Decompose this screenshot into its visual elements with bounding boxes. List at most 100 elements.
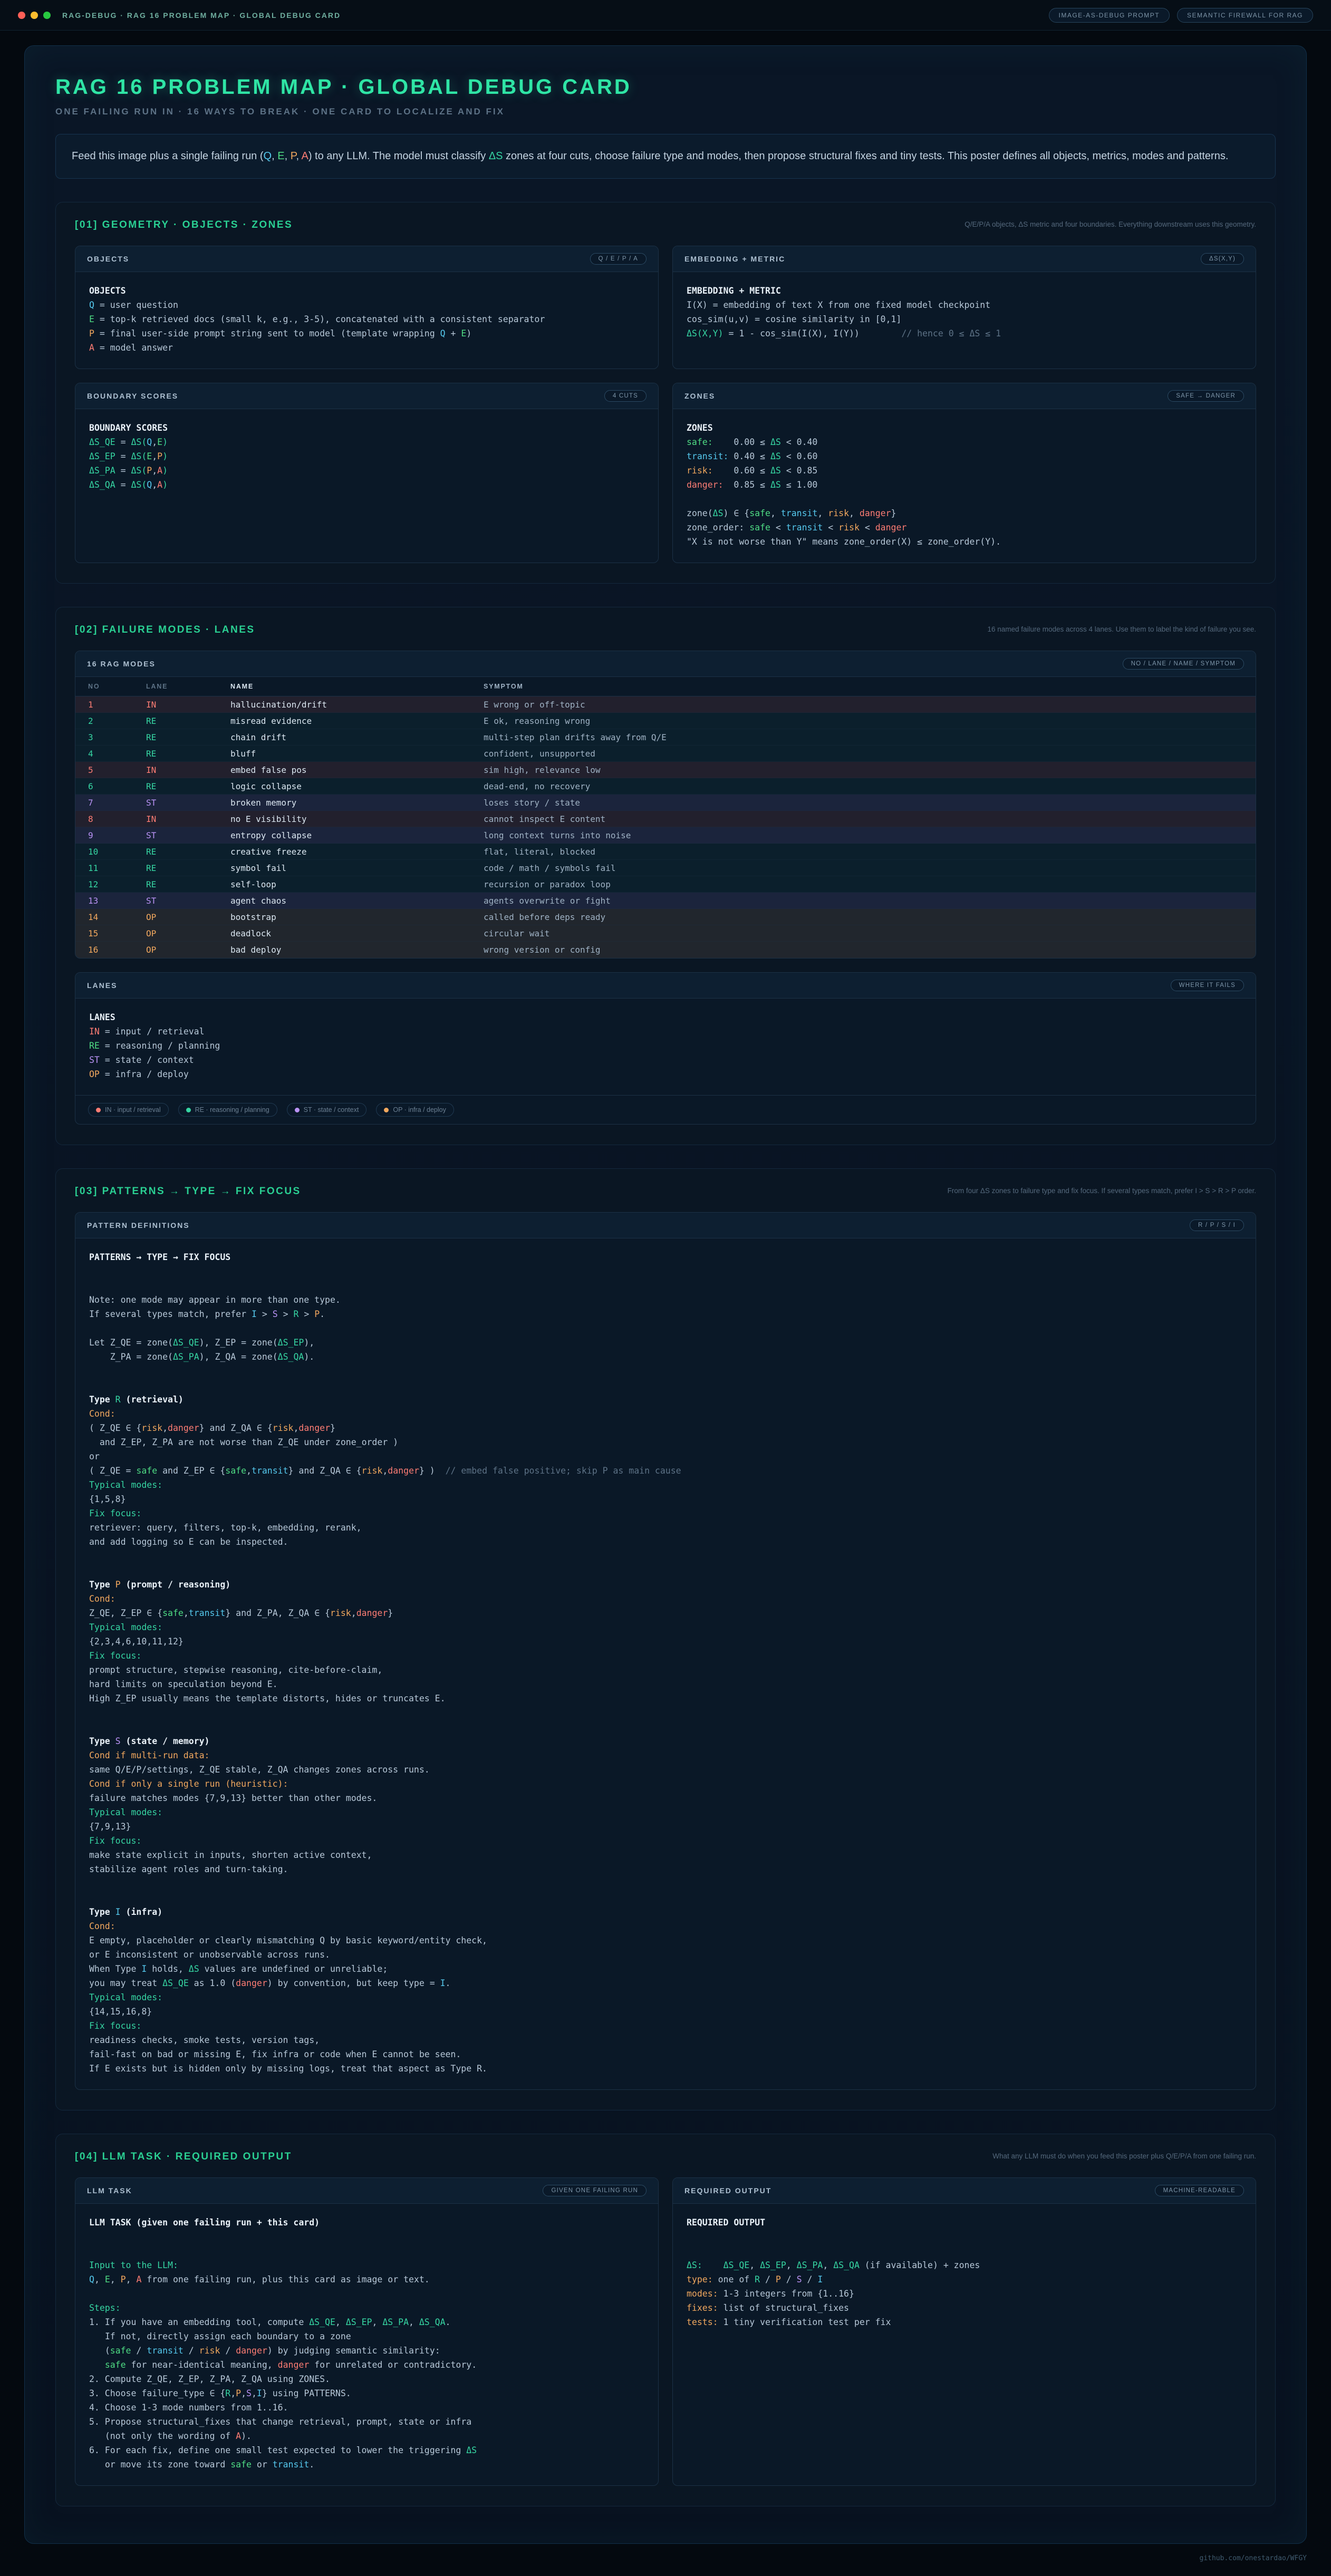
code-line — [89, 2287, 644, 2301]
panel-boundary-scores: BOUNDARY SCORES 4 CUTS BOUNDARY SCORESΔS… — [75, 383, 659, 563]
mode-table-cell: called before deps ready — [484, 912, 1243, 922]
code-line: {7,9,13} — [89, 1819, 1242, 1834]
section-llm-task-header: [04] LLM TASK · REQUIRED OUTPUT What any… — [75, 2151, 1256, 2163]
mode-table-cell: logic collapse — [230, 781, 484, 791]
code-line: Cond if multi-run data: — [89, 1748, 1242, 1762]
panel-objects-badge: Q / E / P / A — [590, 253, 647, 265]
mode-table-cell: wrong version or config — [484, 945, 1243, 955]
required-output-code: REQUIRED OUTPUT ΔS: ΔS_QE, ΔS_EP, ΔS_PA,… — [673, 2204, 1256, 2485]
mode-table-cell: 4 — [88, 749, 146, 759]
code-line — [687, 2230, 1242, 2244]
code-line: ΔS_EP = ΔS(E,P) — [89, 449, 644, 463]
code-line: Typical modes: — [89, 1805, 1242, 1819]
mode-table-cell: IN — [146, 814, 230, 824]
code-line: hard limits on speculation beyond E. — [89, 1677, 1242, 1691]
code-line — [89, 1563, 1242, 1577]
mode-table-cell: 13 — [88, 896, 146, 906]
code-line — [89, 1321, 1242, 1335]
code-line: 6. For each fix, define one small test e… — [89, 2443, 644, 2457]
code-line: REQUIRED OUTPUT — [687, 2215, 1242, 2230]
minimize-window-dot[interactable] — [31, 12, 38, 19]
mode-table-row: 6RElogic collapsedead-end, no recovery — [75, 778, 1256, 795]
mode-table-cell: 10 — [88, 847, 146, 857]
code-line: zone(ΔS) ∈ {safe, transit, risk, danger} — [687, 506, 1242, 520]
code-line: same Q/E/P/settings, Z_QE stable, Z_QA c… — [89, 1762, 1242, 1777]
mode-table-cell: RE — [146, 749, 230, 759]
code-line: Let Z_QE = zone(ΔS_QE), Z_EP = zone(ΔS_E… — [89, 1335, 1242, 1350]
mode-table-cell: RE — [146, 863, 230, 873]
mode-table-cell: ST — [146, 896, 230, 906]
mode-table-cell: 16 — [88, 945, 146, 955]
code-line: PATTERNS → TYPE → FIX FOCUS — [89, 1250, 1242, 1264]
mode-table-cell: 5 — [88, 765, 146, 775]
mode-table-cell: 2 — [88, 716, 146, 726]
section-patterns-label: [03] PATTERNS → TYPE → FIX FOCUS — [75, 1186, 301, 1197]
code-line: Type I (infra) — [89, 1905, 1242, 1919]
code-line: Steps: — [89, 2301, 644, 2315]
lane-legend-chip: IN · input / retrieval — [88, 1103, 169, 1117]
panel-required-output: REQUIRED OUTPUT MACHINE-READABLE REQUIRE… — [672, 2177, 1256, 2486]
code-line: 2. Compute Z_QE, Z_EP, Z_PA, Z_QA using … — [89, 2372, 644, 2386]
close-window-dot[interactable] — [18, 12, 25, 19]
mode-table-row: 13STagent chaosagents overwrite or fight — [75, 893, 1256, 909]
code-line: If E exists but is hidden only by missin… — [89, 2061, 1242, 2076]
mode-table-cell: sim high, relevance low — [484, 765, 1243, 775]
lane-legend-label: OP · infra / deploy — [393, 1106, 446, 1113]
code-line: ΔS(X,Y) = 1 - cos_sim(I(X), I(Y)) // hen… — [687, 326, 1242, 341]
maximize-window-dot[interactable] — [43, 12, 51, 19]
column-symptom: SYMPTOM — [484, 683, 1243, 690]
boundary-code: BOUNDARY SCORESΔS_QE = ΔS(Q,E)ΔS_EP = ΔS… — [75, 409, 658, 563]
mode-table-cell: bad deploy — [230, 945, 484, 955]
code-line: (safe / transit / risk / danger) by judg… — [89, 2343, 644, 2358]
mode-table-cell: 3 — [88, 732, 146, 742]
mode-table-cell: 8 — [88, 814, 146, 824]
mode-table-cell: agent chaos — [230, 896, 484, 906]
code-line: Z_PA = zone(ΔS_PA), Z_QA = zone(ΔS_QA). — [89, 1350, 1242, 1364]
mode-table-cell: 6 — [88, 781, 146, 791]
lane-dot-icon — [96, 1108, 101, 1112]
code-line: ΔS: ΔS_QE, ΔS_EP, ΔS_PA, ΔS_QA (if avail… — [687, 2258, 1242, 2272]
section-failure-modes: [02] FAILURE MODES · LANES 16 named fail… — [55, 607, 1276, 1145]
patterns-code: PATTERNS → TYPE → FIX FOCUS Note: one mo… — [75, 1238, 1256, 2089]
lane-legend-label: RE · reasoning / planning — [195, 1106, 269, 1113]
mode-table-cell: RE — [146, 781, 230, 791]
code-line: and add logging so E can be inspected. — [89, 1535, 1242, 1549]
mode-table-cell: multi-step plan drifts away from Q/E — [484, 732, 1243, 742]
code-line: Fix focus: — [89, 1506, 1242, 1521]
section-failure-modes-note: 16 named failure modes across 4 lanes. U… — [987, 624, 1256, 635]
mode-table-row: 15OPdeadlockcircular wait — [75, 925, 1256, 942]
mode-table-cell: bootstrap — [230, 912, 484, 922]
mode-table-cell: 14 — [88, 912, 146, 922]
lane-legend-chip: ST · state / context — [287, 1103, 367, 1117]
badge-image-as-debug-prompt: IMAGE-AS-DEBUG PROMPT — [1049, 8, 1170, 23]
section-patterns: [03] PATTERNS → TYPE → FIX FOCUS From fo… — [55, 1168, 1276, 2110]
mode-table-cell: deadlock — [230, 928, 484, 938]
code-line: cos_sim(u,v) = cosine similarity in [0,1… — [687, 312, 1242, 326]
code-line: tests: 1 tiny verification test per fix — [687, 2315, 1242, 2329]
column-name: NAME — [230, 683, 484, 690]
code-line — [89, 1279, 1242, 1293]
mode-table-cell: confident, unsupported — [484, 749, 1243, 759]
code-line: ST = state / context — [89, 1053, 1242, 1067]
section-llm-task-note: What any LLM must do when you feed this … — [992, 2151, 1256, 2162]
code-line: {1,5,8} — [89, 1492, 1242, 1506]
code-line: I(X) = embedding of text X from one fixe… — [687, 298, 1242, 312]
section-failure-modes-header: [02] FAILURE MODES · LANES 16 named fail… — [75, 624, 1256, 636]
code-line: Fix focus: — [89, 1649, 1242, 1663]
code-line: A = model answer — [89, 341, 644, 355]
code-line: 5. Propose structural_fixes that change … — [89, 2415, 644, 2429]
code-line: {14,15,16,8} — [89, 2004, 1242, 2019]
code-line: Note: one mode may appear in more than o… — [89, 1293, 1242, 1307]
code-line: E = top-k retrieved docs (small k, e.g.,… — [89, 312, 644, 326]
code-line: risk: 0.60 ≤ ΔS < 0.85 — [687, 463, 1242, 478]
section-llm-task-label: [04] LLM TASK · REQUIRED OUTPUT — [75, 2151, 292, 2163]
modes-table-label: 16 RAG MODES — [87, 660, 156, 668]
code-line: Typical modes: — [89, 1990, 1242, 2004]
panel-zones-badge: SAFE → DANGER — [1168, 390, 1244, 402]
section-failure-modes-label: [02] FAILURE MODES · LANES — [75, 624, 255, 636]
mode-table-cell: OP — [146, 945, 230, 955]
panel-modes-table: 16 RAG MODES NO / LANE / NAME / SYMPTOM … — [75, 651, 1256, 958]
footer-link[interactable]: github.com/onestardao/WFGY — [1200, 2554, 1307, 2562]
llm-task-code: LLM TASK (given one failing run + this c… — [75, 2204, 658, 2485]
code-line: RE = reasoning / planning — [89, 1039, 1242, 1053]
